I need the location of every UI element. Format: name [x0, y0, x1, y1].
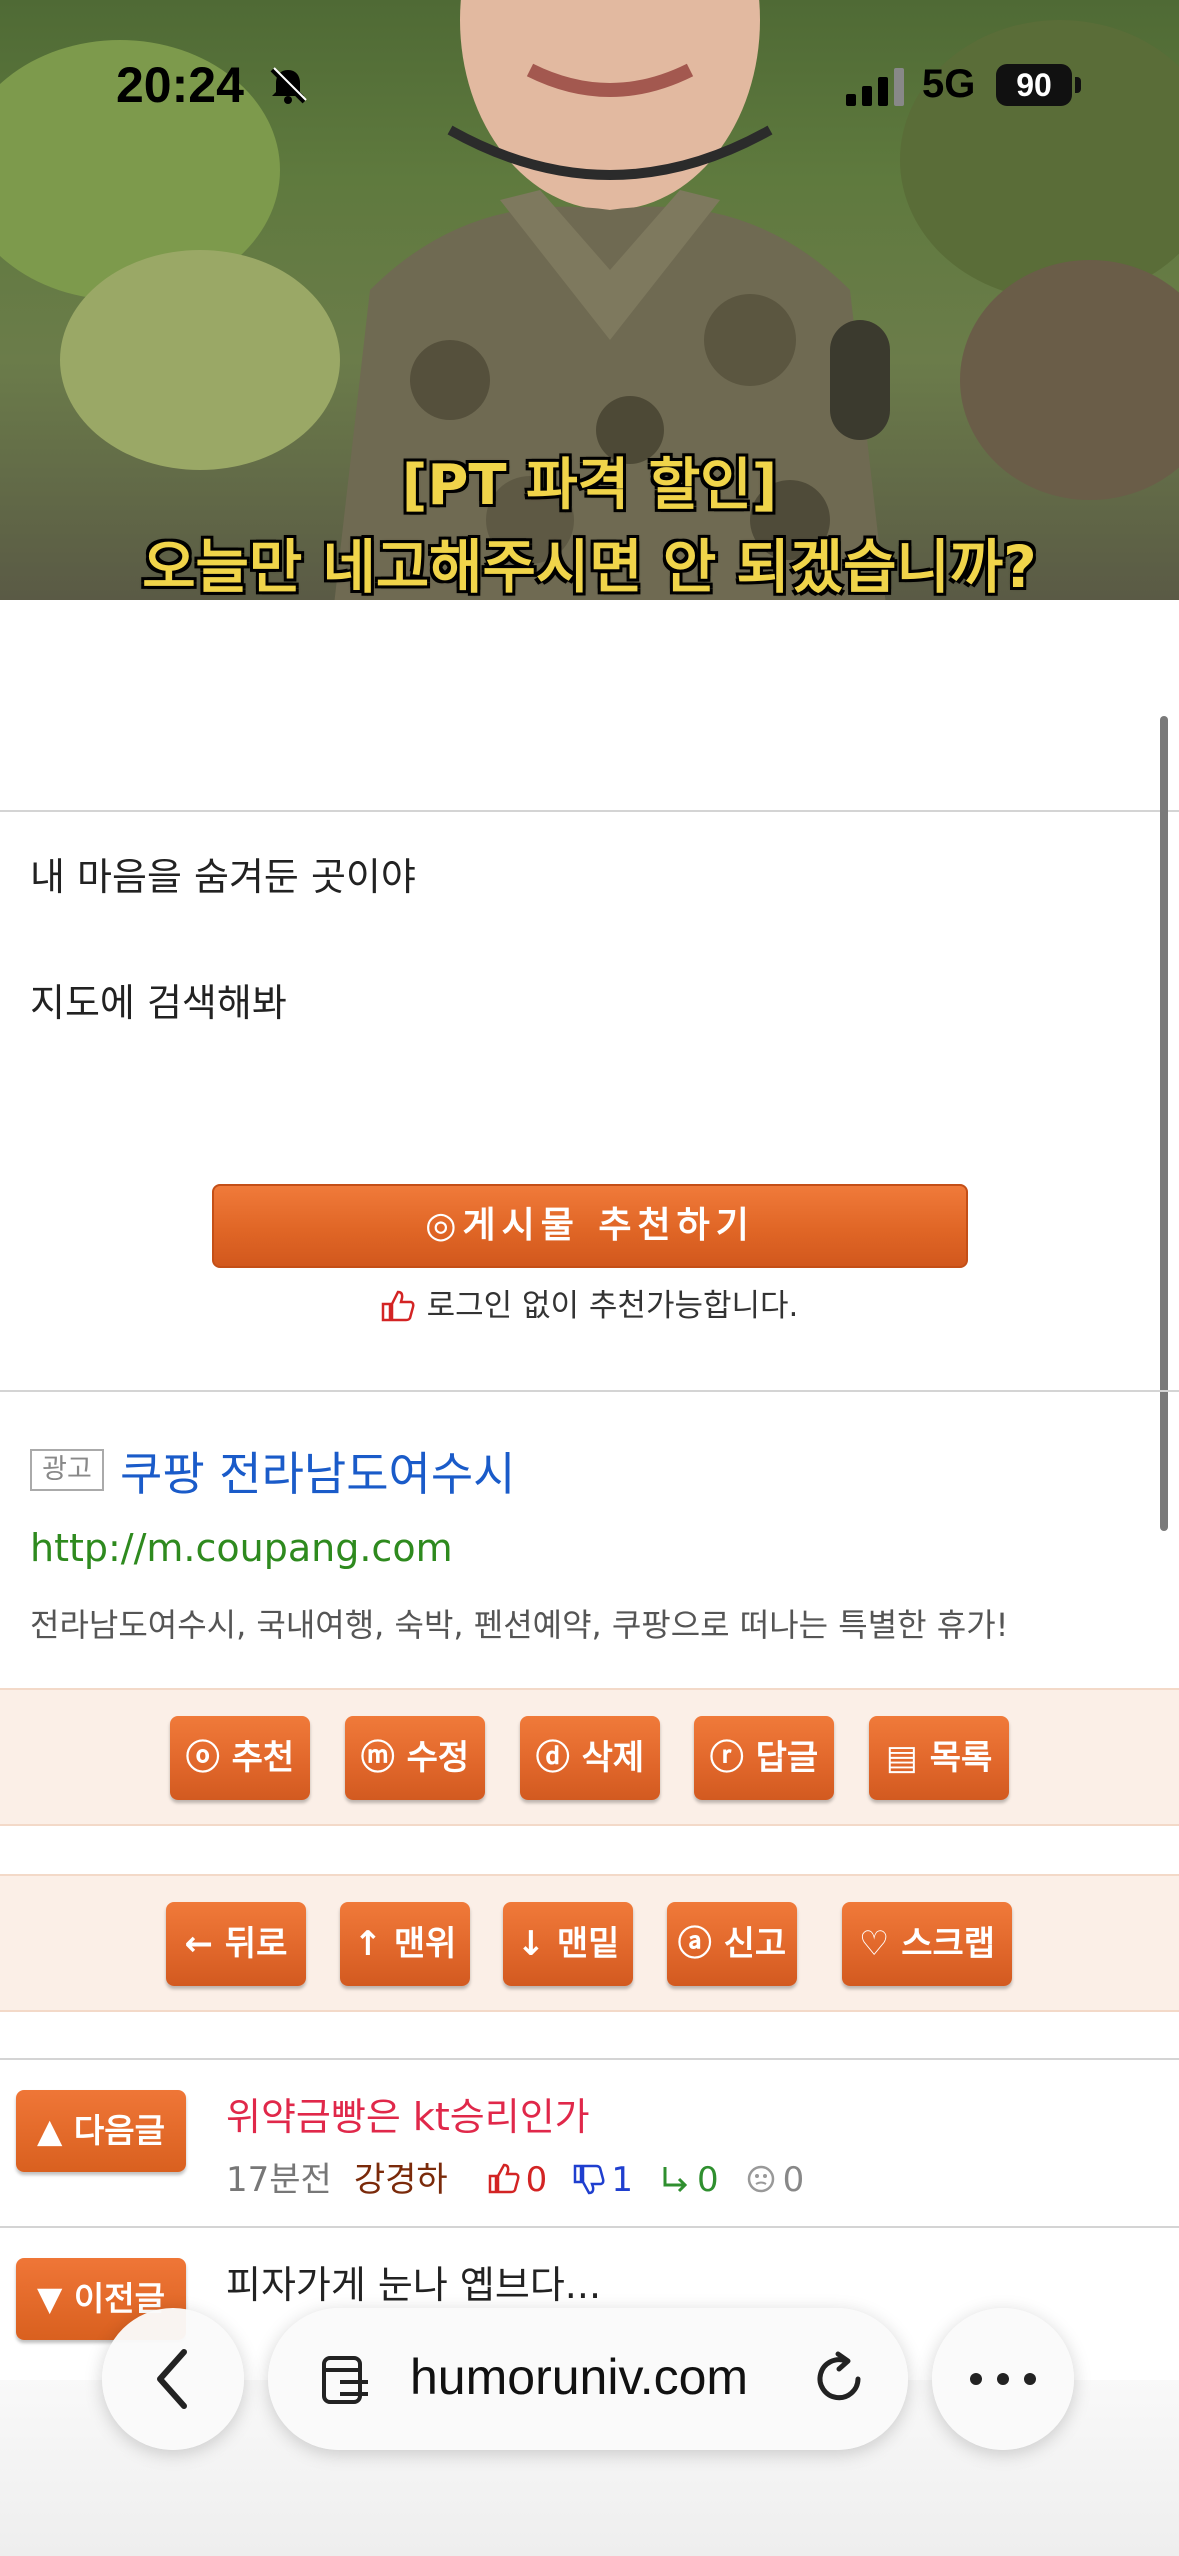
browser-more-button[interactable] [932, 2308, 1074, 2450]
downvote-count: 1 [611, 2160, 633, 2200]
scrap-button[interactable]: ♡ 스크랩 [842, 1902, 1012, 1986]
foliage-shape [60, 250, 340, 470]
reply-arrow-icon [663, 2167, 688, 2193]
recommend-button[interactable]: ⓞ 추천 [170, 1716, 310, 1800]
reply-button[interactable]: ⓡ 답글 [694, 1716, 834, 1800]
hero-caption-line2: 오늘만 네고해주시면 안 되겠습니까? [142, 533, 1037, 600]
browser-address-bar[interactable]: humoruniv.com [268, 2308, 908, 2450]
edit-button[interactable]: ⓜ 수정 [345, 1716, 485, 1800]
neutral-count: 0 [782, 2160, 805, 2200]
ad-title-link[interactable]: 쿠팡 전라남도여수시 [120, 1438, 516, 1504]
delete-button[interactable]: ⓓ 삭제 [520, 1716, 660, 1800]
divider [0, 1390, 1179, 1392]
nav-button-bar: ← 뒤로 ↑ 맨위 ↓ 맨밑 ⓐ 신고 ♡ 스크랩 [0, 1874, 1179, 2012]
bell-slash-icon [270, 67, 307, 104]
reply-count: 0 [696, 2160, 719, 2200]
battery-icon: 90 [996, 64, 1072, 106]
bottom-button[interactable]: ↓ 맨밑 [503, 1902, 633, 1986]
upvote-count: 0 [525, 2160, 548, 2200]
post-time: 17분전 [226, 2160, 332, 2200]
recommend-note: 로그인 없이 추천가능합니다. [0, 1280, 1179, 1325]
signal-icon [846, 68, 904, 106]
url-text[interactable]: humoruniv.com [410, 2348, 748, 2406]
thumbs-up-icon [381, 1290, 415, 1322]
action-button-bar: ⓞ 추천 ⓜ 수정 ⓓ 삭제 ⓡ 답글 ▤ 목록 [0, 1688, 1179, 1826]
reload-icon[interactable] [808, 2348, 870, 2410]
top-button[interactable]: ↑ 맨위 [340, 1902, 470, 1986]
next-post-meta: 17분전 강경하 0 1 0 0 [226, 2152, 808, 2201]
thumbs-up-icon [488, 2163, 520, 2194]
prev-post-title[interactable]: 피자가게 눈나 옙브다... [226, 2254, 601, 2309]
ad-url-link[interactable]: http://m.coupang.com [30, 1526, 453, 1570]
browser-back-button[interactable] [102, 2308, 244, 2450]
recommend-note-text: 로그인 없이 추천가능합니다. [426, 1288, 799, 1324]
ad-description: 전라남도여수시, 국내여행, 숙박, 펜션예약, 쿠팡으로 떠나는 특별한 휴가… [30, 1606, 1009, 1644]
divider [0, 810, 1179, 812]
post-author[interactable]: 강경하 [354, 2160, 448, 2200]
next-post-button[interactable]: ▲ 다음글 [16, 2090, 186, 2172]
list-button[interactable]: ▤ 목록 [869, 1716, 1009, 1800]
next-post-title[interactable]: 위약금빵은 kt승리인가 [226, 2086, 590, 2141]
battery-tip [1075, 77, 1081, 93]
back-chevron-icon [157, 2349, 187, 2409]
reader-icon[interactable] [318, 2352, 374, 2408]
hero-caption-line1: [PT 파격 할인] [401, 453, 778, 518]
scrollbar[interactable] [1160, 716, 1168, 1531]
status-bar: 20:24 5G 90 [0, 0, 1179, 150]
recommend-post-button[interactable]: ◎게시물 추천하기 [212, 1184, 968, 1268]
thumbs-down-icon [574, 2164, 605, 2195]
post-line: 내 마음을 숨겨둔 곳이야 [30, 855, 416, 899]
post-line: 지도에 검색해봐 [30, 981, 287, 1025]
neutral-face-icon [747, 2165, 774, 2193]
report-button[interactable]: ⓐ 신고 [667, 1902, 797, 1986]
back-button[interactable]: ← 뒤로 [166, 1902, 306, 1986]
status-time: 20:24 [116, 57, 244, 113]
next-post-row[interactable]: ▲ 다음글 위약금빵은 kt승리인가 17분전 강경하 0 1 0 0 [0, 2058, 1179, 2226]
ad-badge: 광고 [30, 1449, 104, 1491]
network-type: 5G [922, 62, 976, 106]
more-icon [970, 2373, 1036, 2385]
